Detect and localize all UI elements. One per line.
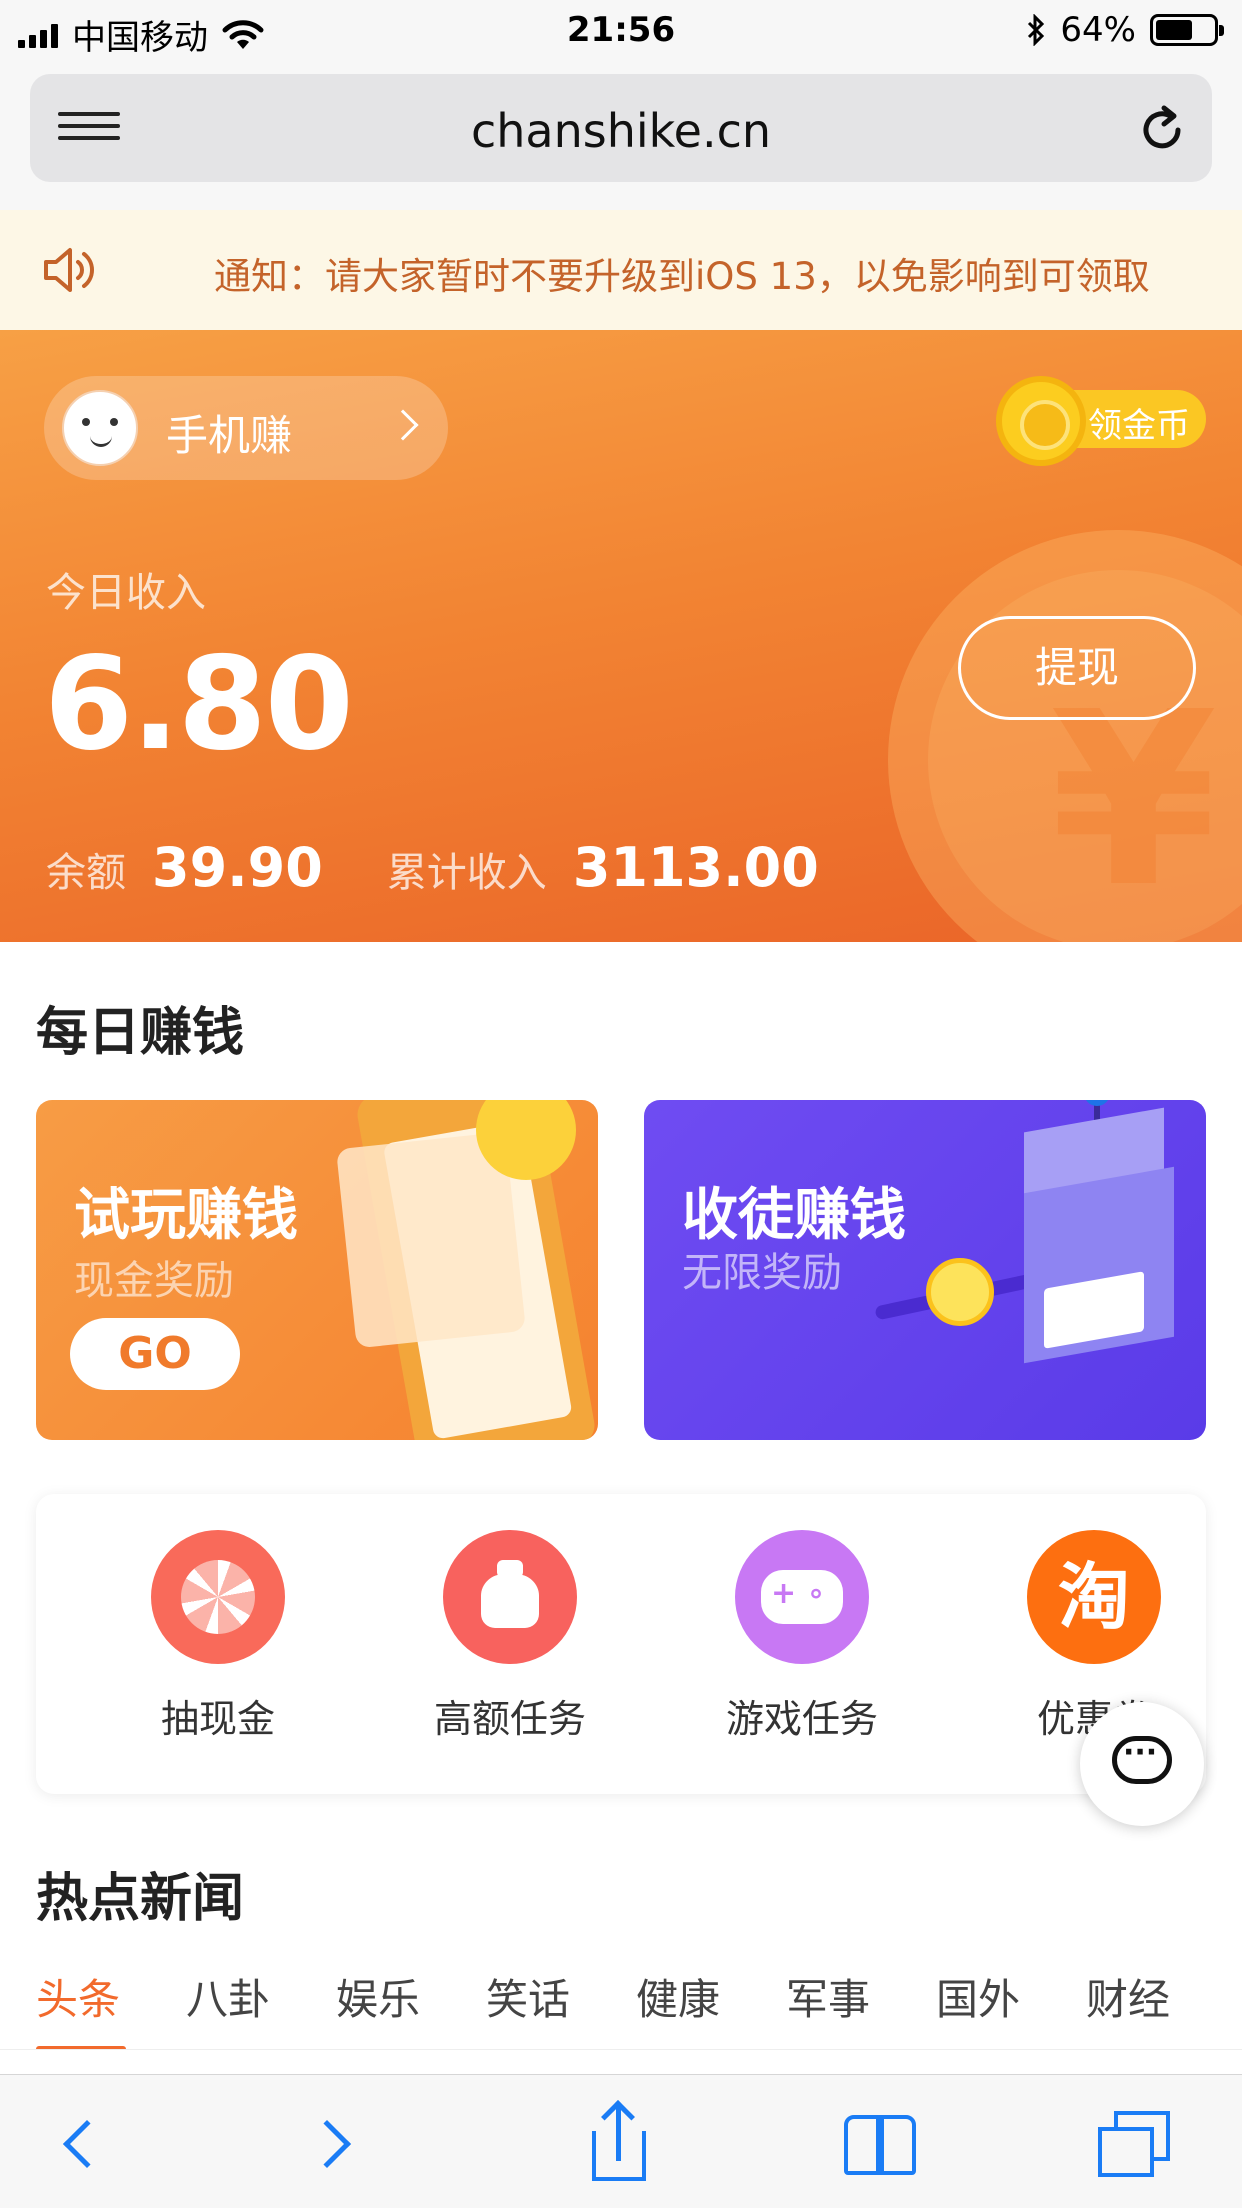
user-name: 手机赚 — [166, 411, 293, 460]
today-income-value: 6.80 — [44, 630, 354, 779]
trial-earn-card[interactable]: 试玩赚钱 现金奖励 GO — [36, 1100, 598, 1440]
tab-jokes[interactable]: 笑话 — [486, 1966, 570, 2027]
address-bar-container: chanshike.cn — [0, 62, 1242, 210]
invite-earn-card[interactable]: 收徒赚钱 无限奖励 — [644, 1100, 1206, 1440]
quick-item-draw-cash[interactable]: 抽现金 — [108, 1530, 328, 1743]
book-icon-page — [880, 2115, 916, 2175]
today-income-label: 今日收入 — [46, 570, 206, 616]
money-bag-icon — [443, 1530, 577, 1664]
tab-health[interactable]: 健康 — [636, 1966, 720, 2027]
balance-value: 39.90 — [152, 836, 323, 899]
active-tab-indicator — [36, 2046, 126, 2049]
news-tabs: 头条 八卦 娱乐 笑话 健康 军事 国外 财经 — [0, 1966, 1242, 2050]
bluetooth-icon — [1028, 14, 1045, 46]
chevron-right-icon — [302, 2119, 352, 2169]
tab-headlines[interactable]: 头条 — [36, 1966, 120, 2027]
coin-illustration — [926, 1258, 994, 1326]
total-income-label: 累计收入 — [386, 850, 547, 896]
tab-finance[interactable]: 财经 — [1086, 1966, 1170, 2027]
quick-item-high-tasks[interactable]: 高额任务 — [400, 1530, 620, 1743]
tab-entertainment[interactable]: 娱乐 — [336, 1966, 420, 2027]
invite-earn-subtitle: 无限奖励 — [682, 1250, 842, 1296]
chat-icon — [1112, 1735, 1172, 1784]
go-button[interactable]: GO — [70, 1318, 240, 1390]
notice-text: 通知：请大家暂时不要升级到iOS 13，以免影响到可领取 — [214, 255, 1150, 298]
tab-military[interactable]: 军事 — [786, 1966, 870, 2027]
withdraw-button[interactable]: 提现 — [958, 616, 1196, 720]
speaker-icon — [44, 248, 94, 292]
robot-antenna-ball — [1084, 1100, 1110, 1106]
tabs-icon-front — [1098, 2127, 1154, 2177]
bookmarks-button[interactable] — [836, 2105, 926, 2185]
tab-foreign[interactable]: 国外 — [936, 1966, 1020, 2027]
app-page: 中国移动 21:56 64% chanshike.cn 通知：请大家暂时不要升级… — [0, 0, 1242, 2208]
user-profile-button[interactable]: 手机赚 — [44, 376, 448, 480]
trial-earn-subtitle: 现金奖励 — [74, 1258, 234, 1304]
daily-earn-title: 每日赚钱 — [36, 1003, 245, 1063]
hot-news-title: 热点新闻 — [36, 1869, 245, 1929]
tab-gossip[interactable]: 八卦 — [186, 1966, 270, 2027]
balance-label: 余额 — [46, 850, 126, 896]
income-stats: 余额 39.90 累计收入 3113.00 — [46, 836, 883, 899]
collect-coins-label: 领金币 — [1088, 406, 1190, 446]
back-button[interactable] — [40, 2105, 130, 2185]
earnings-panel: ¥ 手机赚 领金币 今日收入 6.80 提现 余额 39.90 累计收入 311… — [0, 330, 1242, 942]
gamepad-icon — [735, 1530, 869, 1664]
share-arrow-head — [601, 2100, 635, 2134]
battery-percent: 64% — [1060, 10, 1136, 50]
chevron-right-icon — [387, 409, 419, 441]
invite-earn-title: 收徒赚钱 — [682, 1183, 906, 1248]
taobao-icon: 淘 — [1027, 1530, 1161, 1664]
share-button[interactable] — [570, 2100, 660, 2185]
gold-coin-icon — [996, 376, 1086, 466]
browser-toolbar — [0, 2074, 1242, 2208]
trial-earn-title: 试玩赚钱 — [74, 1183, 298, 1248]
avatar — [62, 390, 138, 466]
reload-icon[interactable] — [1134, 102, 1190, 158]
book-icon — [844, 2115, 880, 2175]
wheel-icon — [151, 1530, 285, 1664]
quick-item-label: 高额任务 — [433, 1697, 586, 1741]
notice-banner[interactable]: 通知：请大家暂时不要升级到iOS 13，以免影响到可领取 — [0, 210, 1242, 330]
quick-menu: 抽现金 高额任务 游戏任务 淘 优惠券 — [36, 1494, 1206, 1794]
tabs-button[interactable] — [1090, 2105, 1180, 2185]
quick-item-label: 抽现金 — [160, 1697, 275, 1741]
battery-icon — [1150, 14, 1224, 46]
forward-button[interactable] — [290, 2105, 380, 2185]
status-bar: 中国移动 21:56 64% — [0, 0, 1242, 62]
customer-service-button[interactable] — [1080, 1702, 1204, 1826]
battery-fill — [1156, 20, 1192, 40]
quick-item-label: 游戏任务 — [725, 1697, 878, 1741]
address-bar[interactable]: chanshike.cn — [30, 74, 1212, 182]
total-income-value: 3113.00 — [572, 836, 819, 899]
status-right: 64% — [1026, 10, 1224, 50]
url-text[interactable]: chanshike.cn — [30, 104, 1212, 158]
quick-item-game-tasks[interactable]: 游戏任务 — [692, 1530, 912, 1743]
chevron-left-icon — [62, 2119, 112, 2169]
collect-coins-button[interactable]: 领金币 — [996, 376, 1206, 466]
